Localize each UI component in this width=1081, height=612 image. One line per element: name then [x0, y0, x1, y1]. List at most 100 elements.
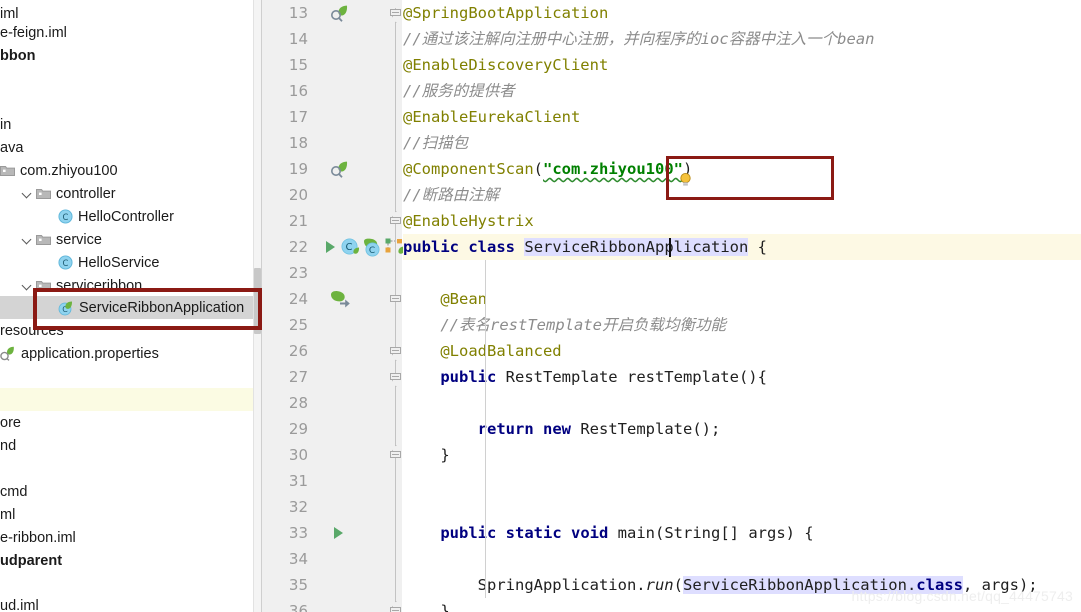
code-line[interactable]: public static void main(String[] args) { — [403, 520, 813, 546]
tree-item-blank[interactable] — [0, 365, 262, 388]
tree-item-e-ribbon-iml[interactable]: e-ribbon.iml — [0, 526, 262, 549]
tree-item-ml[interactable]: ml — [0, 503, 262, 526]
code-line[interactable]: //服务的提供者 — [403, 78, 515, 104]
run-triangle-icon[interactable] — [332, 526, 345, 540]
tree-item-resources[interactable]: resources — [0, 319, 262, 342]
gutter-icon-slot[interactable]: C — [363, 234, 384, 260]
code-line[interactable]: @ComponentScan("com.zhiyou100") — [403, 156, 692, 182]
run-triangle-icon[interactable] — [324, 240, 337, 254]
tree-item-e-feign-iml[interactable]: e-feign.iml — [0, 21, 262, 44]
tree-item-com-zhiyou100[interactable]: com.zhiyou100 — [0, 159, 262, 182]
line-number: 36 — [288, 602, 308, 612]
tree-item-controller[interactable]: controller — [0, 182, 262, 205]
tree-item-ud-iml[interactable]: ud.iml — [0, 594, 262, 612]
code-line[interactable]: @EnableEurekaClient — [403, 104, 580, 130]
gutter-icon-slot[interactable] — [330, 286, 351, 312]
line-number: 24 — [288, 290, 308, 308]
code-line[interactable]: @LoadBalanced — [403, 338, 561, 364]
spring-bean-arrow-icon[interactable] — [330, 290, 351, 308]
tree-item-nd[interactable]: nd — [0, 434, 262, 457]
fold-marker[interactable] — [389, 6, 402, 19]
tree-item-blank[interactable] — [0, 388, 262, 411]
code-token: @EnableEurekaClient — [403, 108, 581, 126]
code-line[interactable]: @SpringBootApplication — [403, 0, 608, 26]
fold-marker[interactable] — [389, 344, 402, 357]
line-number: 27 — [288, 368, 308, 386]
line-number: 29 — [288, 420, 308, 438]
tree-item-label: bbon — [0, 47, 36, 64]
code-line[interactable]: public RestTemplate restTemplate(){ — [403, 364, 767, 390]
svg-text:C: C — [346, 242, 353, 253]
gutter-icon-slot[interactable]: C — [341, 234, 360, 260]
tree-item-label: ud.iml — [0, 597, 39, 612]
code-line[interactable]: //通过该注解向注册中心注册，并向程序的ioc容器中注入一个bean — [403, 26, 875, 52]
spring-bean-c-alt-icon[interactable]: C — [363, 238, 384, 257]
tree-item-cmd[interactable]: cmd — [0, 480, 262, 503]
code-token: @EnableHystrix — [403, 212, 534, 230]
tree-item-label: application.properties — [21, 345, 159, 362]
spring-bean-search-icon[interactable] — [330, 160, 349, 179]
code-line[interactable]: return new RestTemplate(); — [403, 416, 721, 442]
tree-item-in[interactable]: in — [0, 113, 262, 136]
code-line[interactable]: public class ServiceRibbonApplication { — [403, 234, 1081, 260]
tree-item-label: ava — [0, 139, 24, 156]
fold-marker[interactable] — [389, 448, 402, 461]
code-line[interactable]: @EnableHystrix — [403, 208, 534, 234]
code-line[interactable]: @Bean — [403, 286, 487, 312]
code-token: "com.zhiyou100" — [543, 160, 683, 178]
editor-gutter[interactable]: 13 14 15 16 17 18 19 20 21 22 23 24 25 26 27 28 29 30 31 32… — [262, 0, 406, 612]
gutter-icon-slot[interactable] — [324, 234, 337, 260]
chevron-down-icon[interactable] — [22, 280, 33, 291]
code-line[interactable]: //表名restTemplate开启负载均衡功能 — [403, 312, 726, 338]
code-token: ServiceRibbonApplication — [524, 238, 749, 256]
line-number: 16 — [288, 82, 308, 100]
code-line[interactable]: //断路由注解 — [403, 182, 499, 208]
code-line[interactable]: @EnableDiscoveryClient — [403, 52, 608, 78]
tree-item-bbon[interactable]: bbon — [0, 44, 262, 67]
gutter-icon-slot[interactable] — [330, 0, 349, 26]
project-tree-scrollbar-thumb[interactable] — [254, 268, 261, 334]
tree-item-udparent[interactable]: udparent — [0, 549, 262, 572]
chevron-down-icon[interactable] — [22, 234, 33, 245]
tree-item-ore[interactable]: ore — [0, 411, 262, 434]
tree-item-label: serviceribbon — [56, 277, 143, 294]
gutter-icon-slot[interactable] — [332, 520, 345, 546]
code-token: restTemplate — [626, 368, 739, 386]
fold-marker[interactable] — [389, 370, 402, 383]
tree-item-label: cmd — [0, 483, 28, 500]
line-number: 19 — [288, 160, 308, 178]
line-number: 23 — [288, 264, 308, 282]
tree-item-application-properties[interactable]: application.properties — [0, 342, 262, 365]
project-tree-panel[interactable]: iml e-feign.iml bbon in ava com.zhiyou100 cont… — [0, 0, 262, 612]
line-number: 31 — [288, 472, 308, 490]
line-number: 20 — [288, 186, 308, 204]
code-token: void — [571, 524, 609, 542]
code-folding-strip[interactable] — [389, 0, 403, 612]
code-line[interactable]: } — [403, 442, 449, 468]
tree-item-serviceribbonapplication[interactable]: C ServiceRibbonApplication — [0, 296, 262, 319]
intention-bulb-icon[interactable] — [678, 172, 693, 192]
tree-item-hellocontroller[interactable]: C HelloController — [0, 205, 262, 228]
tree-item-ava[interactable]: ava — [0, 136, 262, 159]
gutter-icon-slot[interactable] — [330, 156, 349, 182]
fold-marker[interactable] — [389, 292, 402, 305]
code-text-area[interactable]: @SpringBootApplication //通过该注解向注册中心注册，并向程… — [403, 0, 1081, 612]
code-line[interactable]: } — [403, 598, 449, 612]
line-number: 30 — [288, 446, 308, 464]
tree-item-service[interactable]: service — [0, 228, 262, 251]
tree-item-serviceribbon[interactable]: serviceribbon — [0, 274, 262, 297]
spring-bean-c-icon[interactable]: C — [341, 238, 360, 257]
spring-bean-search-icon[interactable] — [330, 4, 349, 23]
fold-marker[interactable] — [389, 214, 402, 227]
code-line[interactable]: //扫描包 — [403, 130, 468, 156]
tree-item-label: HelloController — [78, 208, 174, 225]
line-number: 34 — [288, 550, 308, 568]
tree-item-helloservice[interactable]: C HelloService — [0, 251, 262, 274]
code-editor[interactable]: 13 14 15 16 17 18 19 20 21 22 23 24 25 26 27 28 29 30 31 32… — [262, 0, 1081, 612]
code-token: new — [543, 420, 571, 438]
chevron-down-icon[interactable] — [22, 188, 33, 199]
fold-marker[interactable] — [389, 604, 402, 612]
